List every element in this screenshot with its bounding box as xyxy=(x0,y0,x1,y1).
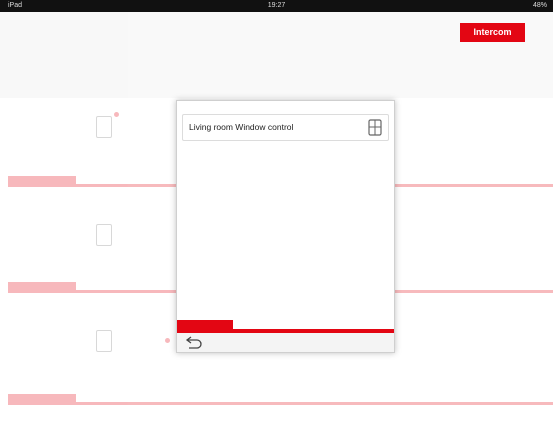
status-battery: 48% xyxy=(532,2,547,9)
dialog-title: Living room Window control xyxy=(189,122,294,132)
back-button[interactable] xyxy=(185,335,203,349)
dialog-header[interactable]: Living room Window control xyxy=(182,114,389,141)
dialog-footer xyxy=(177,333,394,352)
section-divider xyxy=(8,402,553,405)
back-arrow-icon xyxy=(185,336,203,352)
status-dot xyxy=(165,338,170,343)
intercom-button[interactable]: Intercom xyxy=(460,23,525,42)
device-icon xyxy=(96,116,112,138)
status-bar: iPad 19:27 48% xyxy=(0,0,553,12)
dialog-content-area xyxy=(182,147,389,317)
device-icon xyxy=(96,330,112,352)
window-icon xyxy=(368,119,382,136)
status-dot xyxy=(114,112,119,117)
status-time: 19:27 xyxy=(267,2,286,9)
device-icon xyxy=(96,224,112,246)
window-control-dialog: Living room Window control xyxy=(176,100,395,353)
